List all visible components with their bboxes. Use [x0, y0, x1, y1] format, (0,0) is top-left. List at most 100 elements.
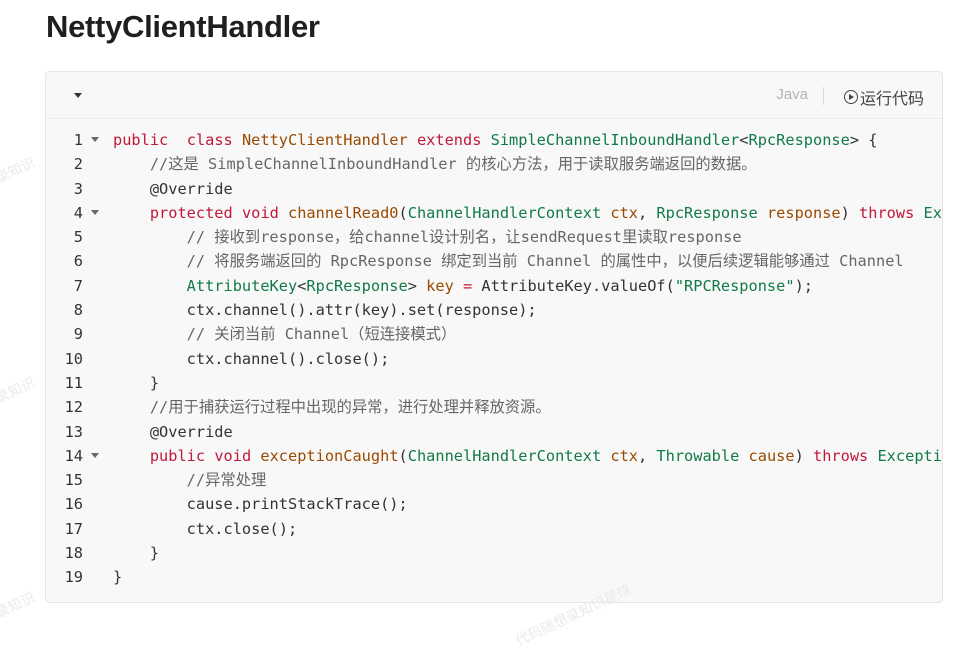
code-token: @Override [113, 179, 233, 198]
line-number: 7 [73, 276, 83, 295]
code-text: ctx.channel().attr(key).set(response); [113, 298, 537, 322]
code-line: 8 ctx.channel().attr(key).set(response); [46, 298, 942, 322]
code-token: //用于捕获运行过程中出现的异常，进行处理并释放资源。 [113, 398, 551, 417]
code-token: response [757, 203, 841, 222]
code-line: 7 AttributeKey<RpcResponse> key = Attrib… [46, 274, 942, 298]
code-line: 1 public class NettyClientHandler extends… [46, 128, 942, 152]
code-token: cause [739, 446, 795, 465]
code-text: ctx.channel().close(); [113, 347, 390, 371]
code-line: 17 ctx.close(); [46, 517, 942, 541]
code-line: 16 cause.printStackTrace(); [46, 492, 942, 516]
line-number: 2 [73, 155, 83, 174]
line-number: 6 [73, 252, 83, 271]
code-token: // 接收到response，给channel设计别名，让sendRequest… [113, 228, 742, 247]
code-token: Excepti [868, 446, 942, 465]
code-token: ) [794, 446, 813, 465]
code-token: throws [813, 446, 869, 465]
line-number: 19 [64, 568, 83, 587]
code-line: 10 ctx.channel().close(); [46, 347, 942, 371]
code-token: ChannelHandlerContext [407, 446, 602, 465]
code-line: 4 protected void channelRead0(ChannelHan… [46, 201, 942, 225]
code-token: ( [398, 446, 408, 465]
code-text: cause.printStackTrace(); [113, 492, 408, 516]
code-text: public class NettyClientHandler extends … [113, 128, 877, 152]
code-line: 15 //异常处理 [46, 468, 942, 492]
code-text: } [113, 541, 159, 565]
line-number: 16 [64, 495, 83, 514]
code-line: 14 public void exceptionCaught(ChannelHa… [46, 444, 942, 468]
code-token: } [113, 373, 160, 392]
code-token: ( [398, 203, 408, 222]
code-token: // 关闭当前 Channel（短连接模式） [113, 325, 457, 344]
code-token: RpcResponse [656, 203, 758, 222]
line-number: 17 [64, 519, 83, 538]
code-body[interactable]: 1 public class NettyClientHandler extends… [46, 128, 942, 590]
code-token: , [638, 446, 657, 465]
fold-arrow-icon[interactable] [91, 137, 99, 142]
code-token: } [113, 544, 160, 563]
code-token: //异常处理 [113, 471, 267, 490]
code-token: key [426, 276, 454, 295]
code-token: extends [416, 131, 482, 149]
code-token: < [739, 131, 749, 149]
code-line: 2 //这是 SimpleChannelInboundHandler 的核心方法… [46, 152, 942, 176]
code-text: //这是 SimpleChannelInboundHandler 的核心方法，用… [113, 152, 757, 176]
code-token: NettyClientHandler [232, 131, 417, 149]
watermark: 录知识 [0, 589, 38, 623]
code-line: 11 } [46, 371, 942, 395]
code-token: void [205, 446, 252, 465]
code-block: Java 运行代码 1 public class NettyClientHandl… [45, 71, 943, 603]
code-token: ChannelHandlerContext [407, 203, 602, 222]
watermark: 录知识 [0, 374, 38, 408]
run-code-label: 运行代码 [859, 89, 924, 108]
code-token: @Override [113, 422, 233, 441]
line-number: 8 [73, 301, 83, 320]
code-text: } [113, 371, 159, 395]
code-text: ctx.close(); [113, 517, 298, 541]
line-number: 4 [73, 203, 83, 222]
collapse-toggle-icon[interactable] [72, 88, 86, 102]
line-number: 5 [73, 228, 83, 247]
code-line: 5 // 接收到response，给channel设计别名，让sendReque… [46, 225, 942, 249]
code-text: } [113, 565, 122, 589]
code-token: = [453, 276, 473, 295]
code-token: AttributeKey [113, 276, 298, 295]
code-token: channelRead0 [278, 203, 399, 222]
line-number: 13 [64, 422, 83, 441]
fold-arrow-icon[interactable] [91, 209, 99, 215]
code-line: 13 @Override [46, 420, 942, 444]
code-text: //异常处理 [113, 468, 267, 492]
line-number: 18 [64, 544, 83, 563]
code-token: exceptionCaught [251, 446, 399, 465]
code-line: 6 // 将服务端返回的 RpcResponse 绑定到当前 Channel 的… [46, 249, 942, 273]
run-code-button[interactable]: 运行代码 [843, 85, 924, 109]
code-text: // 关闭当前 Channel（短连接模式） [113, 322, 457, 346]
code-token: RpcResponse [306, 276, 408, 295]
fold-arrow-icon[interactable] [91, 452, 99, 458]
line-number: 1 [73, 131, 83, 149]
code-token: ) [840, 203, 860, 222]
code-token: ctx.close(); [113, 519, 298, 538]
code-text: public void exceptionCaught(ChannelHandl… [113, 444, 942, 468]
code-token: > { [849, 131, 878, 149]
code-text: // 接收到response，给channel设计别名，让sendRequest… [113, 225, 742, 249]
code-token: , [638, 203, 657, 222]
code-token: "RPCResponse" [674, 276, 795, 295]
code-line: 12 //用于捕获运行过程中出现的异常，进行处理并释放资源。 [46, 395, 942, 419]
code-token: throws [859, 203, 915, 222]
code-token: protected [113, 203, 233, 222]
code-token: ); [794, 276, 813, 295]
code-text: //用于捕获运行过程中出现的异常，进行处理并释放资源。 [113, 395, 551, 419]
code-token: AttributeKey.valueOf( [472, 276, 675, 295]
code-line: 3 @Override [46, 177, 942, 201]
line-number: 15 [64, 471, 83, 490]
code-token: ctx [601, 203, 638, 222]
line-number: 12 [64, 398, 83, 417]
code-token: } [113, 568, 123, 587]
code-line: 9 // 关闭当前 Channel（短连接模式） [46, 322, 942, 346]
code-token: ctx [601, 446, 638, 465]
code-token: ctx.channel().attr(key).set(response); [113, 301, 537, 320]
play-circle-icon [843, 90, 858, 104]
code-token: Throwable [656, 446, 740, 465]
